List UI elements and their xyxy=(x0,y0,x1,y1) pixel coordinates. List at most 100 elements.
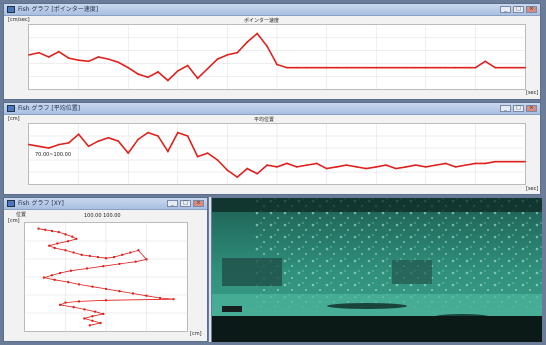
track-point xyxy=(72,305,75,309)
data-point xyxy=(395,167,397,170)
track-point xyxy=(67,280,70,284)
track-point xyxy=(83,308,86,311)
track-plot-area[interactable] xyxy=(24,222,188,332)
data-point xyxy=(97,56,100,58)
data-point xyxy=(246,41,249,43)
track-point xyxy=(85,267,89,270)
close-button[interactable]: × xyxy=(526,6,537,13)
depth-graph-window[interactable]: Fish グラフ [平均位置] _ □ × [cm] 平均位置 70.00~10… xyxy=(3,102,541,195)
data-point xyxy=(147,76,149,79)
data-point xyxy=(514,66,516,69)
track-point xyxy=(88,254,91,258)
close-button[interactable]: × xyxy=(193,200,204,207)
data-point xyxy=(166,79,169,82)
data-point xyxy=(454,165,457,168)
track-window-titlebar[interactable]: Fish グラフ [XY] _ □ × xyxy=(4,198,207,210)
depth-xlabel: [sec] xyxy=(526,186,539,192)
data-point xyxy=(246,167,249,170)
track-point xyxy=(145,258,148,261)
data-point xyxy=(365,167,368,170)
data-point xyxy=(117,61,120,64)
data-point xyxy=(464,164,467,167)
data-point xyxy=(414,164,417,167)
data-point xyxy=(226,169,229,172)
track-point xyxy=(91,285,94,288)
data-point xyxy=(524,160,526,163)
timestamp-box xyxy=(222,306,242,312)
data-point xyxy=(256,32,259,35)
depth-plot-area[interactable]: 70.00~100.00 xyxy=(28,123,526,185)
track-point xyxy=(53,246,56,250)
track-chart xyxy=(25,223,187,331)
track-point xyxy=(42,276,46,279)
data-point xyxy=(355,165,358,168)
data-point xyxy=(405,66,407,69)
data-point xyxy=(166,150,169,153)
data-point xyxy=(514,160,516,163)
data-point xyxy=(434,164,437,167)
track-point xyxy=(69,269,73,272)
close-button[interactable]: × xyxy=(526,105,537,112)
track-point xyxy=(50,274,54,277)
track-point xyxy=(71,235,74,238)
app-icon xyxy=(7,105,15,112)
depth-chart xyxy=(28,124,526,184)
tank-rock xyxy=(222,258,282,286)
speed-window-titlebar[interactable]: Fish グラフ [ポインター速度] _ □ × xyxy=(4,4,540,16)
speed-plot-area[interactable] xyxy=(28,24,526,90)
tank-bottom-frame xyxy=(212,316,542,342)
track-subtitle: 100.00 100.00 xyxy=(84,213,121,219)
data-point xyxy=(325,66,328,69)
track-point xyxy=(94,310,97,313)
bubbles xyxy=(252,198,542,308)
track-point xyxy=(104,287,108,291)
data-point xyxy=(127,152,130,155)
track-window-title: Fish グラフ [XY] xyxy=(18,200,64,207)
track-point xyxy=(77,300,81,303)
data-point xyxy=(345,66,348,69)
data-point xyxy=(325,167,328,170)
track-point xyxy=(112,255,116,259)
data-point xyxy=(226,53,229,56)
data-point xyxy=(176,69,179,72)
track-point xyxy=(129,251,132,254)
data-point xyxy=(147,131,149,134)
speed-chart-title: ポインター速度 xyxy=(244,18,280,24)
depth-window-titlebar[interactable]: Fish グラフ [平均位置] _ □ × xyxy=(4,103,540,115)
data-point xyxy=(157,135,159,137)
data-point xyxy=(206,152,209,155)
maximize-button[interactable]: □ xyxy=(513,6,524,13)
track-xlabel: [cm] xyxy=(190,331,202,337)
data-point xyxy=(395,66,397,69)
minimize-button[interactable]: _ xyxy=(167,200,178,207)
data-point xyxy=(504,66,507,69)
data-point xyxy=(77,59,80,62)
data-point xyxy=(38,145,40,148)
data-point xyxy=(28,53,30,56)
data-point xyxy=(335,165,338,168)
depth-ylabel: [cm] xyxy=(8,116,20,122)
track-point xyxy=(96,255,100,259)
depth-annotation: 70.00~100.00 xyxy=(35,152,71,158)
data-point xyxy=(295,66,298,69)
track-point xyxy=(145,294,148,297)
data-point xyxy=(375,165,378,168)
data-point xyxy=(137,138,140,141)
minimize-button[interactable]: _ xyxy=(500,6,511,13)
track-point xyxy=(104,257,108,260)
track-point xyxy=(56,242,59,245)
data-point xyxy=(355,66,358,69)
data-point xyxy=(276,165,278,168)
track-graph-window[interactable]: Fish グラフ [XY] _ □ × 位置 [cm] 100.00 100.0… xyxy=(3,197,208,342)
minimize-button[interactable]: _ xyxy=(500,105,511,112)
maximize-button[interactable]: □ xyxy=(513,105,524,112)
track-point xyxy=(137,249,140,252)
speed-xlabel: [sec] xyxy=(526,90,539,96)
data-point xyxy=(47,56,50,58)
data-point xyxy=(444,162,447,165)
speed-graph-window[interactable]: Fish グラフ [ポインター速度] _ □ × [cm/sec] ポインター速… xyxy=(3,3,541,100)
track-point xyxy=(64,301,67,304)
depth-window-title: Fish グラフ [平均位置] xyxy=(18,105,81,112)
track-point xyxy=(118,290,121,293)
maximize-button[interactable]: □ xyxy=(180,200,191,207)
